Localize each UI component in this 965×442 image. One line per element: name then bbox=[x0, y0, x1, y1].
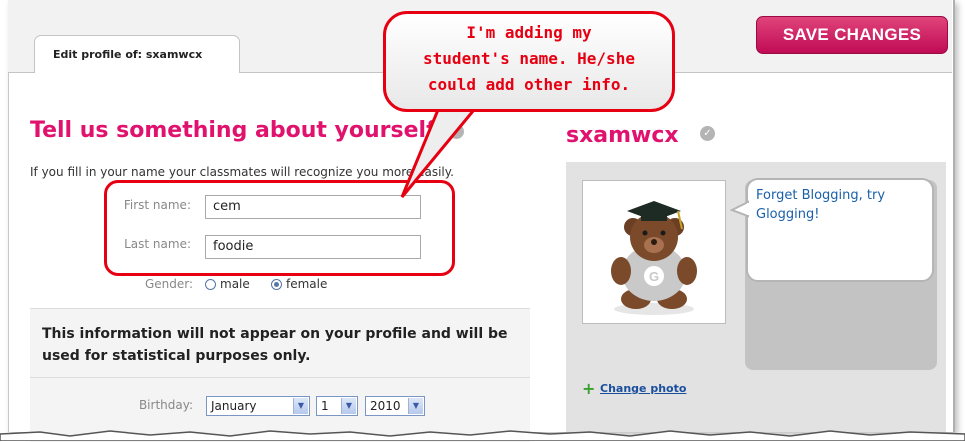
teddy-bear-graduate-image: G bbox=[583, 181, 725, 323]
profile-card: G Forget Blogging, try Glogging! + Chang… bbox=[566, 162, 946, 432]
callout-line: could add other info. bbox=[427, 75, 631, 94]
profile-photo[interactable]: G bbox=[582, 180, 726, 324]
page-title: Tell us something about yourself bbox=[30, 118, 436, 143]
tab-edit-profile[interactable]: Edit profile of: sxamwcx bbox=[34, 35, 240, 73]
gender-female-label: female bbox=[286, 277, 328, 291]
dropdown-arrow-icon: ▼ bbox=[293, 398, 308, 414]
callout-line: I'm adding my bbox=[466, 23, 592, 42]
dropdown-arrow-icon: ▼ bbox=[341, 398, 356, 414]
change-photo-link[interactable]: Change photo bbox=[600, 382, 686, 395]
callout-line: student's name. He/she bbox=[423, 49, 635, 68]
bubble-pointer bbox=[730, 200, 750, 218]
status-text: Forget Blogging, try Glogging! bbox=[756, 188, 886, 222]
divider bbox=[30, 377, 530, 378]
birthday-year-select[interactable]: 2010 ▼ bbox=[365, 396, 425, 416]
gender-male-radio[interactable] bbox=[205, 279, 216, 290]
gender-female-radio[interactable] bbox=[271, 279, 282, 290]
statistics-info-box: This information will not appear on your… bbox=[30, 308, 530, 442]
birthday-day-value: 1 bbox=[321, 399, 329, 413]
dropdown-arrow-icon: ▼ bbox=[408, 398, 423, 414]
birthday-day-select[interactable]: 1 ▼ bbox=[316, 396, 358, 416]
gender-male-label: male bbox=[220, 277, 250, 291]
birthday-label: Birthday: bbox=[138, 398, 193, 412]
callout-text: I'm adding my student's name. He/she cou… bbox=[386, 20, 672, 98]
birthday-year-value: 2010 bbox=[370, 399, 401, 413]
tab-label: Edit profile of: sxamwcx bbox=[53, 48, 203, 61]
birthday-month-value: January bbox=[211, 399, 257, 413]
statistics-notice: This information will not appear on your… bbox=[42, 326, 508, 364]
torn-edge bbox=[0, 430, 965, 441]
profile-username: sxamwcx bbox=[566, 123, 679, 148]
svg-text:G: G bbox=[649, 269, 659, 284]
birthday-month-select[interactable]: January ▼ bbox=[206, 396, 310, 416]
verified-check-icon: ✓ bbox=[700, 126, 715, 141]
page-title-text: Tell us something about yourself bbox=[30, 118, 436, 143]
plus-icon: + bbox=[582, 379, 596, 398]
status-bubble[interactable]: Forget Blogging, try Glogging! bbox=[746, 178, 934, 282]
gender-label: Gender: bbox=[144, 277, 193, 291]
form-subtitle: If you fill in your name your classmates… bbox=[30, 165, 454, 179]
annotation-callout: I'm adding my student's name. He/she cou… bbox=[383, 11, 675, 112]
save-changes-button[interactable]: SAVE CHANGES bbox=[756, 16, 948, 54]
callout-pointer bbox=[400, 105, 480, 198]
